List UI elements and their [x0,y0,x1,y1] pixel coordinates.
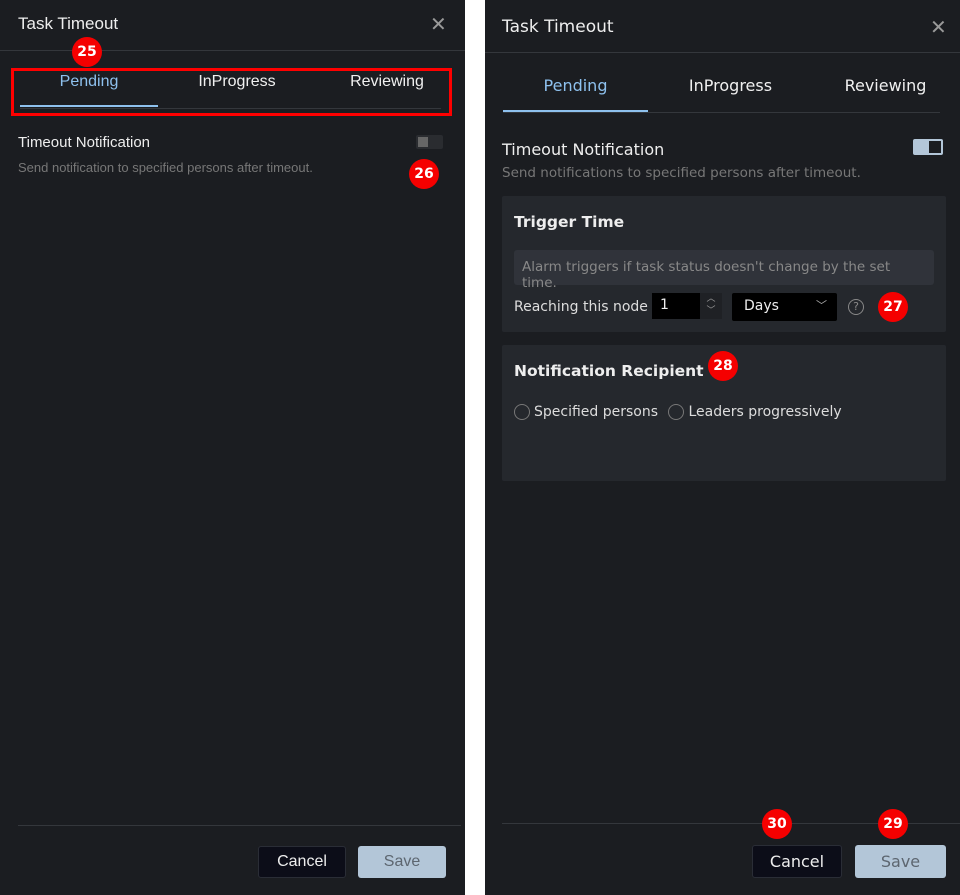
cancel-button[interactable]: Cancel [258,846,346,878]
tab-inprogress[interactable]: InProgress [658,76,803,95]
divider [0,50,465,51]
radio-circle[interactable] [668,404,685,420]
dialog-title: Task Timeout [18,14,119,33]
reaching-node-label: Reaching this node [514,299,648,315]
radio-circle[interactable] [514,404,530,420]
close-icon[interactable]: ✕ [430,12,447,37]
tab-pending[interactable]: Pending [503,76,648,95]
annotation-badge: 29 [878,809,908,839]
chevron-down-icon: ﹀ [816,299,827,312]
radio-leaders-progressively[interactable]: Leaders progressively [668,404,842,420]
divider [485,52,960,53]
annotation-badge: 25 [72,37,102,67]
task-timeout-dialog-left: Task Timeout ✕ Pending InProgress Review… [0,0,465,895]
highlight-box [11,68,452,116]
task-timeout-dialog-right: Task Timeout ✕ Pending InProgress Review… [485,0,960,895]
recipient-title: Notification Recipient [514,362,704,380]
tab-reviewing[interactable]: Reviewing [813,76,958,95]
save-button[interactable]: Save [358,846,446,878]
notification-toggle[interactable] [913,139,943,155]
close-icon[interactable]: ✕ [930,15,947,39]
annotation-badge: 27 [878,292,908,322]
duration-input[interactable]: 1 [652,293,700,319]
notification-description: Send notifications to specified persons … [502,165,861,181]
notification-toggle[interactable] [416,135,443,149]
notification-title: Timeout Notification [502,140,665,159]
annotation-badge: 30 [762,809,792,839]
annotation-badge: 26 [409,159,439,189]
notification-title: Timeout Notification [18,134,150,151]
trigger-time-title: Trigger Time [514,213,625,231]
unit-select[interactable]: Days ﹀ [732,293,837,321]
unit-value: Days [744,298,779,314]
annotation-badge: 28 [708,351,738,381]
footer-divider [18,825,461,826]
help-icon[interactable]: ? [848,299,864,315]
radio-specified-persons[interactable]: Specified persons [514,404,658,420]
tab-bar-line [503,112,940,113]
save-button[interactable]: Save [855,845,946,878]
trigger-description-input[interactable]: Alarm triggers if task status doesn't ch… [514,250,934,291]
notification-description: Send notification to specified persons a… [18,160,313,175]
dialog-title: Task Timeout [502,17,614,37]
active-tab-indicator [503,110,648,112]
duration-stepper[interactable]: ︿ ﹀ [700,293,722,319]
cancel-button[interactable]: Cancel [752,845,842,878]
